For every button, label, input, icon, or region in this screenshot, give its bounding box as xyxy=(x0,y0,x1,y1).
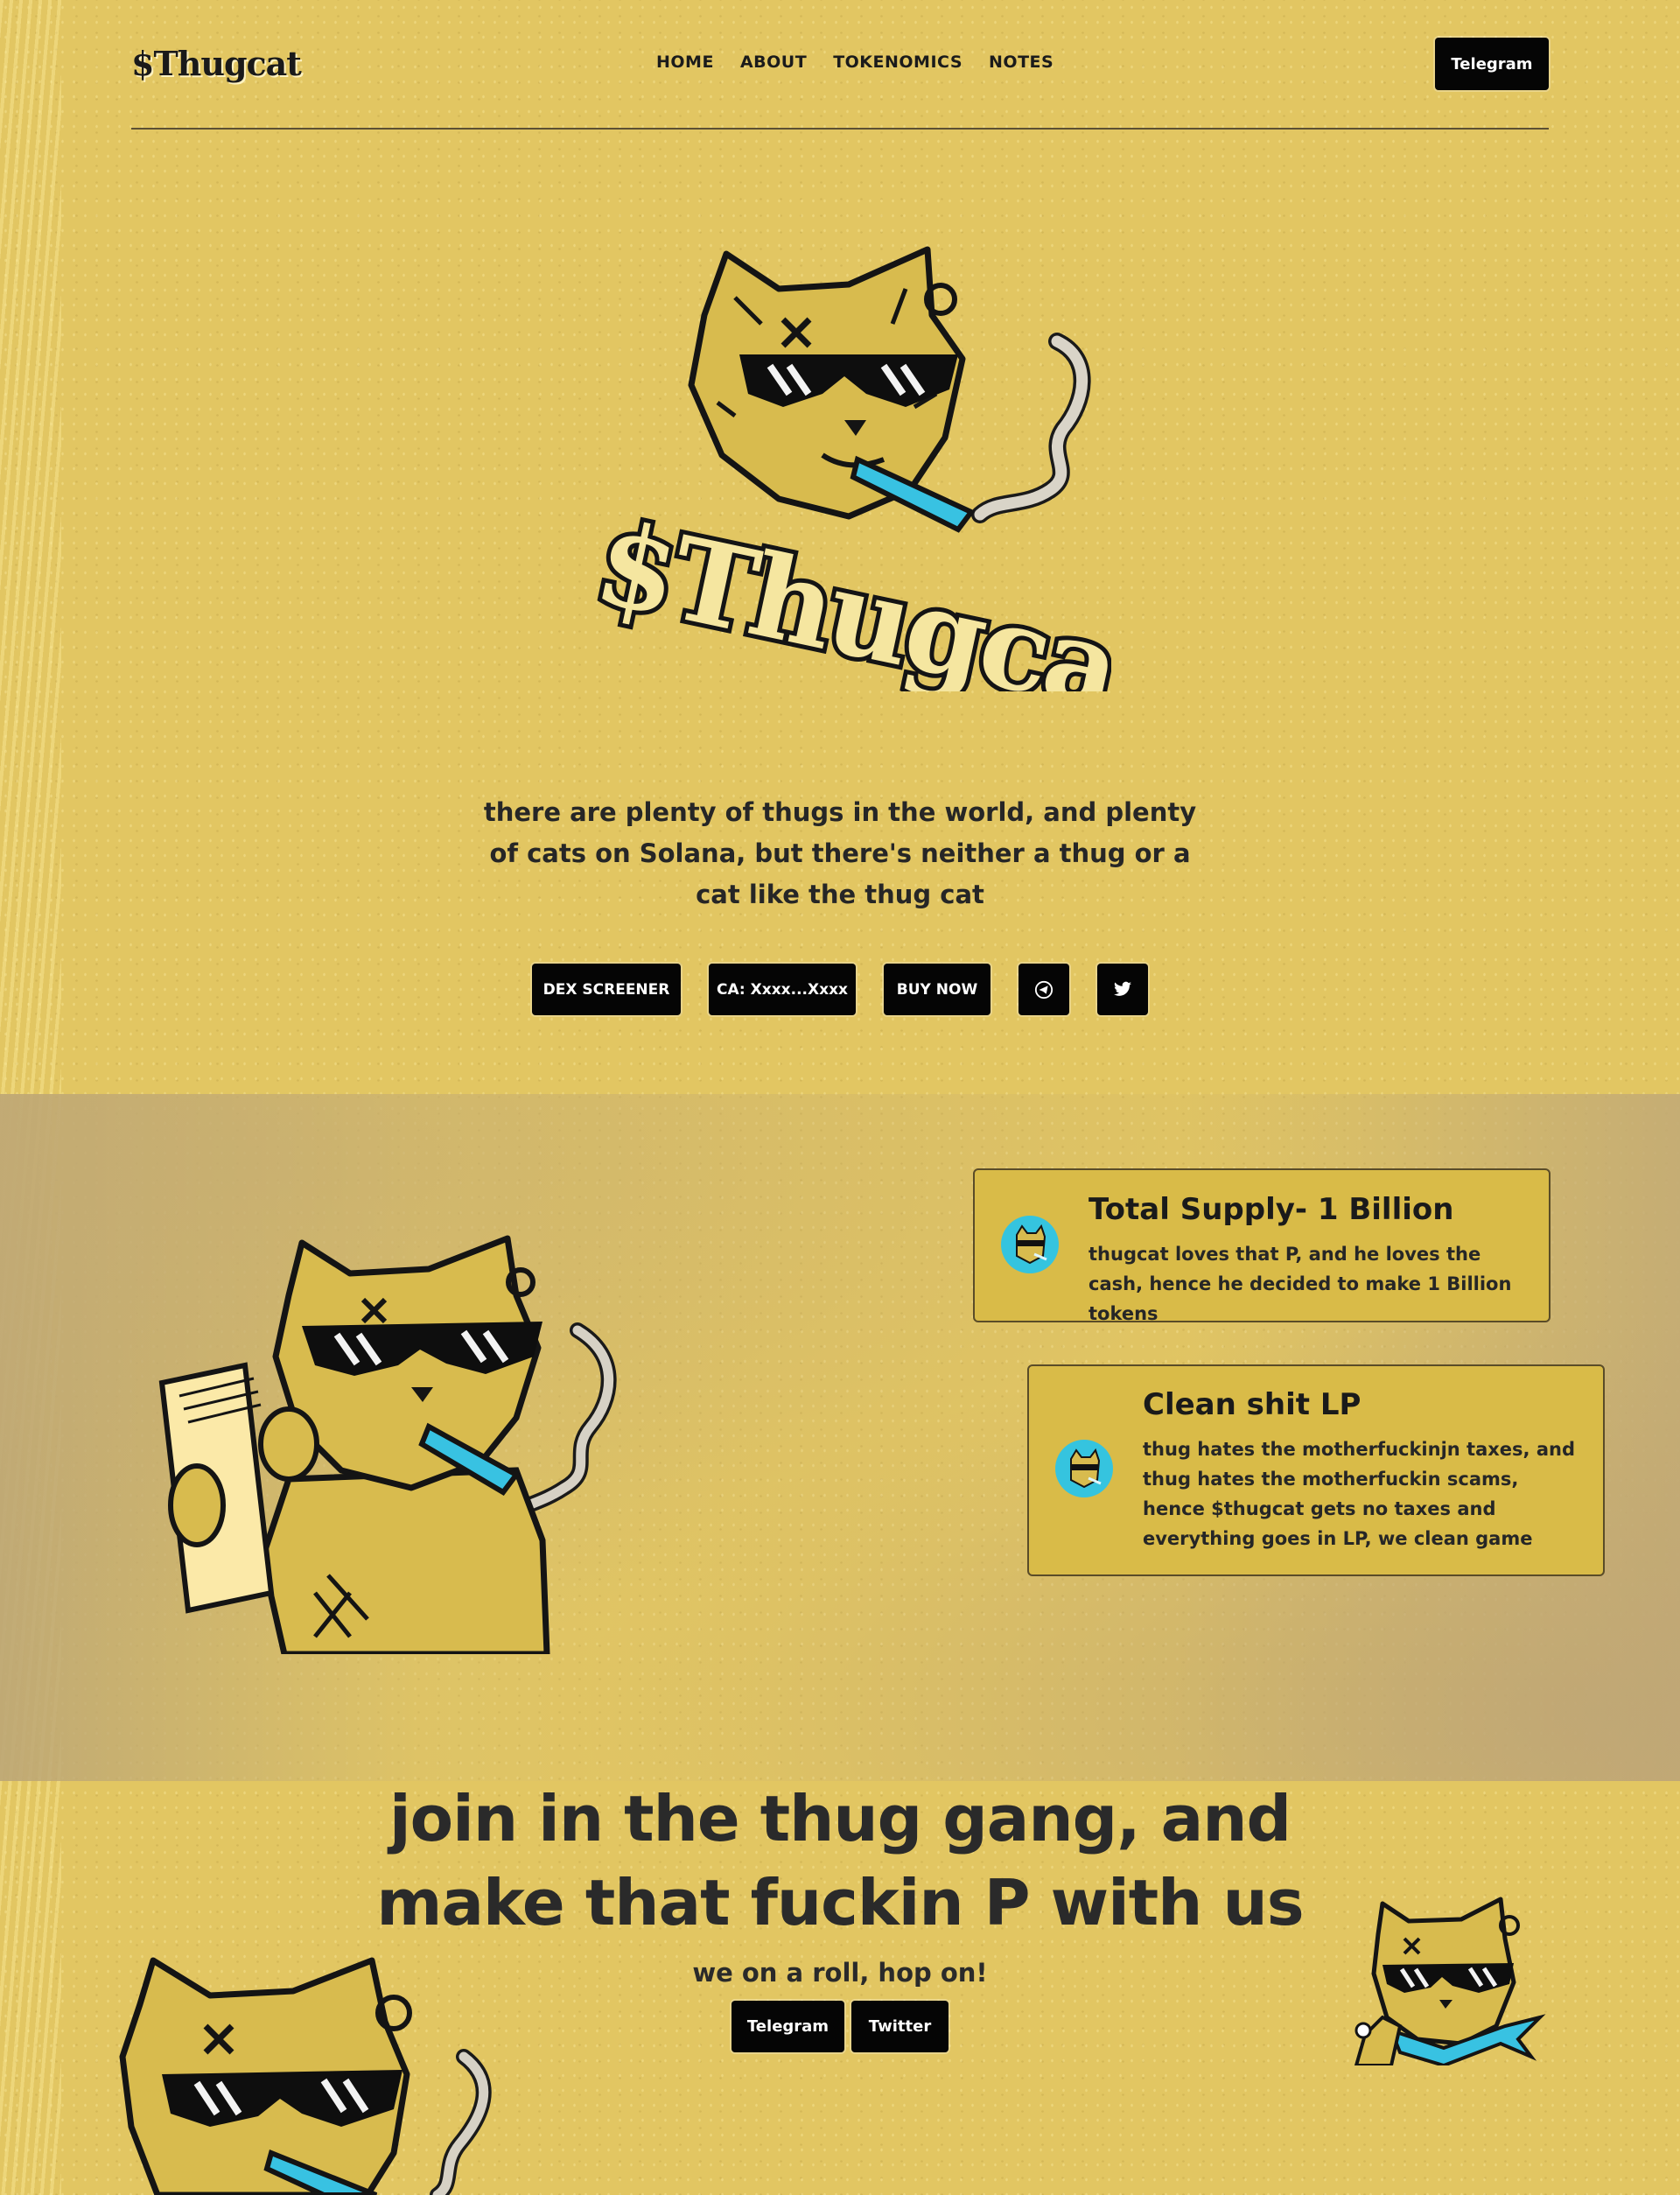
thugcat-bandana-illustration xyxy=(1354,1897,1546,2065)
twitter-button[interactable] xyxy=(1097,964,1148,1015)
card-text: thug hates the motherfuckinjn taxes, and… xyxy=(1143,1439,1575,1549)
dex-screener-button[interactable]: DEX SCREENER xyxy=(532,964,681,1015)
site-header: $Thugcat HOME ABOUT TOKENOMICS NOTES Tel… xyxy=(131,35,1549,130)
join-subtitle: we on a roll, hop on! xyxy=(692,1958,988,1988)
main-nav: HOME ABOUT TOKENOMICS NOTES xyxy=(656,53,1054,72)
telegram-button[interactable] xyxy=(1018,964,1069,1015)
hero-brand-text: $Thugcat xyxy=(585,495,1111,691)
nav-notes[interactable]: NOTES xyxy=(989,53,1054,72)
thugcat-money-illustration: $ xyxy=(158,1235,617,1654)
clean-lp-card: Clean shit LP thug hates the motherfucki… xyxy=(1027,1364,1605,1576)
hero-actions: DEX SCREENER CA: Xxxx...Xxxx BUY NOW xyxy=(532,964,1148,1015)
thugcat-hero-illustration: $Thugcat $Thugcat xyxy=(581,246,1111,691)
join-buttons: Telegram Twitter xyxy=(732,2001,948,2052)
join-title: join in the thug gang, and make that fuc… xyxy=(376,1782,1304,1939)
buy-now-button[interactable]: BUY NOW xyxy=(884,964,990,1015)
thugcat-bottom-illustration xyxy=(119,1957,492,2195)
card-text: thugcat loves that P, and he loves the c… xyxy=(1088,1244,1512,1324)
card-title: Total Supply- 1 Billion xyxy=(1088,1192,1454,1227)
join-twitter-button[interactable]: Twitter xyxy=(851,2001,948,2052)
telegram-header-button[interactable]: Telegram xyxy=(1435,38,1549,90)
contract-address-button[interactable]: CA: Xxxx...Xxxx xyxy=(709,964,856,1015)
telegram-icon xyxy=(1034,980,1054,999)
thugcat-avatar xyxy=(1055,1440,1113,1497)
join-telegram-button[interactable]: Telegram xyxy=(732,2001,844,2052)
nav-about[interactable]: ABOUT xyxy=(740,53,807,72)
thugcat-avatar xyxy=(1001,1216,1059,1273)
total-supply-card: Total Supply- 1 Billion thugcat loves th… xyxy=(973,1168,1550,1324)
card-title: Clean shit LP xyxy=(1143,1387,1362,1422)
nav-tokenomics[interactable]: TOKENOMICS xyxy=(833,53,962,72)
twitter-icon xyxy=(1114,981,1131,996)
site-logo[interactable]: $Thugcat xyxy=(131,44,302,83)
hero-description: there are plenty of thugs in the world, … xyxy=(483,797,1197,909)
nav-home[interactable]: HOME xyxy=(656,53,714,72)
